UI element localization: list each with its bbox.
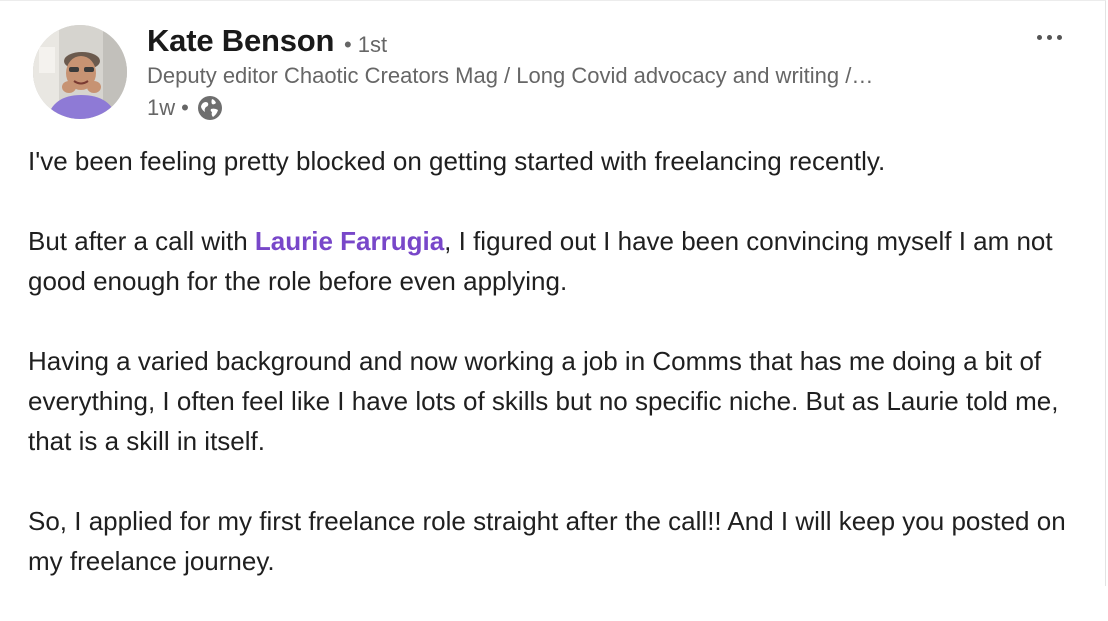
post-card: Kate Benson • 1st Deputy editor Chaotic C… xyxy=(0,0,1106,586)
author-name[interactable]: Kate Benson xyxy=(147,23,334,59)
post-paragraph: But after a call with Laurie Farrugia, I… xyxy=(28,221,1088,301)
connection-degree: • 1st xyxy=(344,32,387,58)
separator-dot: • xyxy=(181,95,189,120)
post-meta: 1w • xyxy=(147,94,224,122)
post-paragraph: So, I applied for my first freelance rol… xyxy=(28,506,1066,576)
menu-dot xyxy=(1036,34,1042,40)
post-timestamp[interactable]: 1w xyxy=(147,95,175,121)
separator-dot: • xyxy=(344,32,352,57)
connection-degree-label: 1st xyxy=(357,32,388,57)
more-options-icon[interactable] xyxy=(1030,27,1068,47)
post-paragraph: I've been feeling pretty blocked on gett… xyxy=(28,146,886,176)
avatar[interactable] xyxy=(33,25,127,119)
globe-icon xyxy=(196,94,224,122)
post-body: I've been feeling pretty blocked on gett… xyxy=(28,141,1088,621)
post-paragraph: Having a varied background and now worki… xyxy=(28,346,1059,456)
menu-dot xyxy=(1056,34,1062,40)
paragraph-text: But after a call with xyxy=(28,226,255,256)
author-headline[interactable]: Deputy editor Chaotic Creators Mag / Lon… xyxy=(147,63,997,89)
menu-dot xyxy=(1046,34,1052,40)
mention-link[interactable]: Laurie Farrugia xyxy=(255,226,444,256)
